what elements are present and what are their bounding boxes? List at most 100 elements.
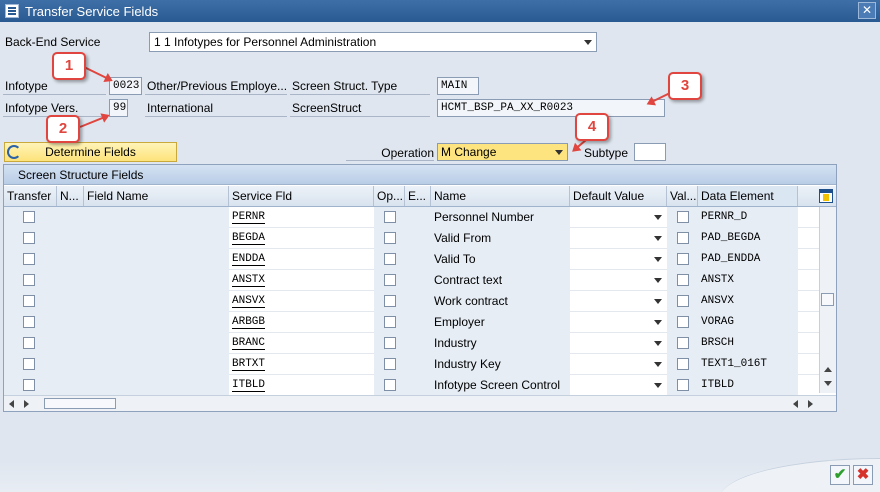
transfer-checkbox[interactable]: [23, 358, 35, 370]
column-header-op[interactable]: Op...: [374, 186, 405, 206]
scroll-right-icon[interactable]: [808, 400, 813, 408]
default-value-dropdown[interactable]: [570, 207, 667, 228]
column-header-service-fld[interactable]: Service Fld: [229, 186, 374, 206]
op-checkbox[interactable]: [384, 253, 396, 265]
val-checkbox[interactable]: [677, 379, 689, 391]
service-fld-value[interactable]: ARBGB: [232, 316, 266, 329]
table-row[interactable]: BEGDA Valid From PAD_BEGDA: [4, 228, 819, 249]
op-checkbox[interactable]: [384, 337, 396, 349]
transfer-checkbox[interactable]: [23, 337, 35, 349]
transfer-checkbox[interactable]: [23, 316, 35, 328]
column-header-default-value[interactable]: Default Value: [570, 186, 667, 206]
default-value-dropdown[interactable]: [570, 312, 667, 333]
default-value-dropdown[interactable]: [570, 249, 667, 270]
transfer-checkbox[interactable]: [23, 253, 35, 265]
vertical-scroll-thumb[interactable]: [821, 293, 834, 306]
default-value-dropdown[interactable]: [570, 270, 667, 291]
scroll-left-icon[interactable]: [9, 400, 14, 408]
infotype-field[interactable]: 0023: [109, 77, 142, 95]
service-fld-cell[interactable]: ARBGB: [229, 312, 374, 333]
service-fld-value[interactable]: ANSVX: [232, 295, 266, 308]
transfer-checkbox[interactable]: [23, 274, 35, 286]
service-fld-cell[interactable]: ANSVX: [229, 291, 374, 312]
val-cell: [667, 207, 698, 228]
confirm-button[interactable]: ✔: [830, 465, 850, 485]
column-header-name[interactable]: Name: [431, 186, 570, 206]
table-row[interactable]: BRANC Industry BRSCH: [4, 333, 819, 354]
close-button[interactable]: ✕: [858, 2, 876, 19]
service-fld-cell[interactable]: PERNR: [229, 207, 374, 228]
val-checkbox[interactable]: [677, 337, 689, 349]
screen-struct-type-field[interactable]: MAIN: [437, 77, 479, 95]
val-cell: [667, 333, 698, 354]
op-checkbox[interactable]: [384, 274, 396, 286]
column-header-field-name[interactable]: Field Name: [84, 186, 229, 206]
horizontal-scroll-thumb[interactable]: [44, 398, 116, 409]
service-fld-cell[interactable]: BRTXT: [229, 354, 374, 375]
table-row[interactable]: ITBLD Infotype Screen Control ITBLD: [4, 375, 819, 396]
service-fld-cell[interactable]: ENDDA: [229, 249, 374, 270]
val-checkbox[interactable]: [677, 253, 689, 265]
default-value-dropdown[interactable]: [570, 354, 667, 375]
val-checkbox[interactable]: [677, 295, 689, 307]
op-checkbox[interactable]: [384, 295, 396, 307]
column-header-n[interactable]: N...: [57, 186, 84, 206]
service-fld-value[interactable]: ENDDA: [232, 253, 266, 266]
transfer-checkbox[interactable]: [23, 295, 35, 307]
default-value-dropdown[interactable]: [570, 375, 667, 396]
op-checkbox[interactable]: [384, 211, 396, 223]
val-checkbox[interactable]: [677, 211, 689, 223]
table-row[interactable]: ANSVX Work contract ANSVX: [4, 291, 819, 312]
op-checkbox[interactable]: [384, 232, 396, 244]
scroll-left-icon[interactable]: [793, 400, 798, 408]
n-cell: [57, 291, 84, 312]
scroll-right-icon[interactable]: [24, 400, 29, 408]
val-checkbox[interactable]: [677, 358, 689, 370]
column-header-data-element[interactable]: Data Element: [698, 186, 798, 206]
val-checkbox[interactable]: [677, 232, 689, 244]
op-checkbox[interactable]: [384, 316, 396, 328]
val-checkbox[interactable]: [677, 316, 689, 328]
operation-dropdown[interactable]: M Change: [437, 143, 568, 161]
column-header-e[interactable]: E...: [405, 186, 431, 206]
service-fld-cell[interactable]: BEGDA: [229, 228, 374, 249]
screen-struct-type-label: Screen Struct. Type: [290, 77, 430, 95]
default-value-dropdown[interactable]: [570, 291, 667, 312]
service-fld-value[interactable]: ITBLD: [232, 379, 266, 392]
service-fld-value[interactable]: ANSTX: [232, 274, 266, 287]
transfer-checkbox[interactable]: [23, 211, 35, 223]
service-fld-value[interactable]: PERNR: [232, 211, 266, 224]
horizontal-scrollbar[interactable]: [4, 395, 836, 411]
column-header-transfer[interactable]: Transfer: [4, 186, 57, 206]
table-row[interactable]: ENDDA Valid To PAD_ENDDA: [4, 249, 819, 270]
table-row[interactable]: ANSTX Contract text ANSTX: [4, 270, 819, 291]
service-fld-cell[interactable]: ANSTX: [229, 270, 374, 291]
table-row[interactable]: BRTXT Industry Key TEXT1_016T: [4, 354, 819, 375]
default-value-dropdown[interactable]: [570, 228, 667, 249]
op-checkbox[interactable]: [384, 358, 396, 370]
scroll-down-icon[interactable]: [824, 381, 832, 386]
layout-settings-icon[interactable]: [819, 189, 833, 203]
subtype-field[interactable]: [634, 143, 666, 161]
default-value-dropdown[interactable]: [570, 333, 667, 354]
transfer-checkbox[interactable]: [23, 232, 35, 244]
table-row[interactable]: ARBGB Employer VORAG: [4, 312, 819, 333]
service-fld-value[interactable]: BEGDA: [232, 232, 266, 245]
table-row[interactable]: PERNR Personnel Number PERNR_D: [4, 207, 819, 228]
service-fld-cell[interactable]: BRANC: [229, 333, 374, 354]
infotype-version-field[interactable]: 99: [109, 99, 128, 117]
vertical-scrollbar[interactable]: [819, 207, 836, 393]
val-checkbox[interactable]: [677, 274, 689, 286]
transfer-cell: [4, 291, 57, 312]
screen-struct-field[interactable]: HCMT_BSP_PA_XX_R0023: [437, 99, 665, 117]
op-checkbox[interactable]: [384, 379, 396, 391]
scroll-up-icon[interactable]: [824, 367, 832, 372]
determine-fields-button[interactable]: Determine Fields: [4, 142, 177, 162]
column-header-val[interactable]: Val...: [667, 186, 698, 206]
service-fld-value[interactable]: BRTXT: [232, 358, 266, 371]
service-fld-cell[interactable]: ITBLD: [229, 375, 374, 396]
transfer-checkbox[interactable]: [23, 379, 35, 391]
cancel-button[interactable]: ✖: [853, 465, 873, 485]
backend-service-dropdown[interactable]: 1 1 Infotypes for Personnel Administrati…: [149, 32, 597, 52]
service-fld-value[interactable]: BRANC: [232, 337, 266, 350]
